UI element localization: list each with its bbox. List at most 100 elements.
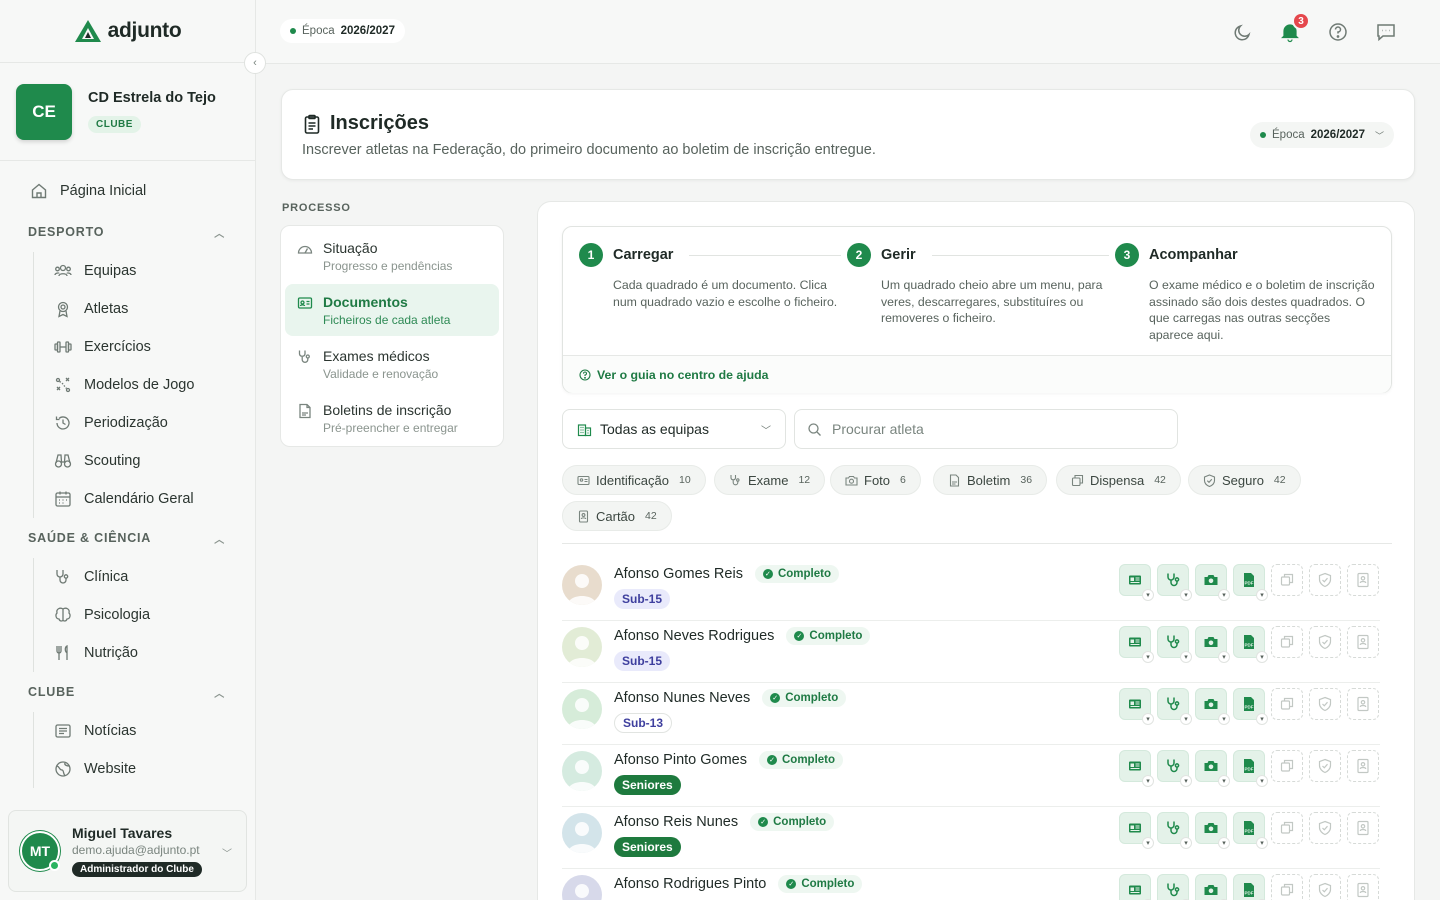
document-slot-shield-check[interactable] (1309, 812, 1341, 844)
athlete-name[interactable]: Afonso Neves Rodrigues ✓ Completo (614, 627, 871, 645)
sidebar-item-exercicios[interactable]: Exercícios (34, 328, 255, 366)
sidebar-item-periodizacao[interactable]: Periodização (34, 404, 255, 442)
sidebar-item-nutricao[interactable]: Nutrição (34, 634, 255, 672)
document-slot-camera[interactable]: ▾ (1195, 874, 1230, 900)
sidebar-item-psicologia[interactable]: Psicologia (34, 596, 255, 634)
document-slot-copy[interactable] (1271, 874, 1303, 900)
filter-chip-cartao[interactable]: Cartão 42 (562, 501, 672, 531)
document-slot-badge-card[interactable] (1347, 626, 1379, 658)
document-slot-copy[interactable] (1271, 564, 1303, 596)
document-slot-stethoscope[interactable]: ▾ (1157, 874, 1192, 900)
document-slot-shield-check[interactable] (1309, 688, 1341, 720)
process-item-boletins[interactable]: Boletins de inscrição Pré-preencher e en… (285, 392, 499, 444)
section-saude[interactable]: SAÚDE & CIÊNCIA ︿ (0, 518, 255, 558)
process-item-exames[interactable]: Exames médicos Validade e renovação (285, 338, 499, 390)
club-switcher[interactable]: CE CD Estrela do Tejo CLUBE (0, 62, 255, 161)
search-input[interactable] (832, 421, 1165, 437)
filter-chip-boletim[interactable]: Boletim 36 (933, 465, 1048, 495)
table-row[interactable]: Afonso Reis Nunes ✓ Completo Seniores ▾ ▾ ▾ PDF… (562, 807, 1380, 869)
team-filter-select[interactable]: Todas as equipas ﹀ (562, 409, 786, 449)
athlete-name[interactable]: Afonso Reis Nunes ✓ Completo (614, 813, 835, 831)
step-text: Cada quadrado é um documento. Clica num … (613, 278, 838, 309)
document-slot-copy[interactable] (1271, 626, 1303, 658)
document-slot-stethoscope[interactable]: ▾ (1157, 688, 1192, 725)
season-selector[interactable]: Época 2026/2027 ﹀ (1250, 122, 1394, 148)
document-slot-id-card[interactable]: ▾ (1119, 688, 1154, 725)
document-slot-shield-check[interactable] (1309, 750, 1341, 782)
sidebar-item-atletas[interactable]: Atletas (34, 290, 255, 328)
chevron-down-icon: ▾ (1142, 837, 1154, 849)
table-row[interactable]: Afonso Pinto Gomes ✓ Completo Seniores ▾ ▾ ▾ PD… (562, 745, 1380, 807)
sidebar-item-calendario[interactable]: Calendário Geral (34, 480, 255, 518)
document-slot-copy[interactable] (1271, 688, 1303, 720)
sidebar-item-website[interactable]: Website (34, 750, 255, 788)
document-slot-stethoscope[interactable]: ▾ (1157, 750, 1192, 787)
help-icon[interactable] (1327, 21, 1349, 43)
document-slot-stethoscope[interactable]: ▾ (1157, 626, 1192, 663)
user-menu[interactable]: MT Miguel Tavares demo.ajuda@adjunto.pt … (8, 810, 247, 892)
process-item-documentos[interactable]: Documentos Ficheiros de cada atleta (285, 284, 499, 336)
table-row[interactable]: Afonso Neves Rodrigues ✓ Completo Sub-15 ▾ ▾ ▾… (562, 621, 1380, 683)
document-slot-copy[interactable] (1271, 750, 1303, 782)
document-slot-camera[interactable]: ▾ (1195, 688, 1230, 725)
document-slot-id-card[interactable]: ▾ (1119, 812, 1154, 849)
document-slot-stethoscope[interactable]: ▾ (1157, 812, 1192, 849)
filter-chip-exame[interactable]: Exame 12 (714, 465, 826, 495)
document-slot-id-card[interactable]: ▾ (1119, 626, 1154, 663)
document-slot-camera[interactable]: ▾ (1195, 750, 1230, 787)
document-slot-badge-card[interactable] (1347, 564, 1379, 596)
brand-logo[interactable]: adjunto (0, 0, 255, 62)
athlete-name[interactable]: Afonso Rodrigues Pinto ✓ Completo (614, 875, 863, 893)
table-row[interactable]: Afonso Nunes Neves ✓ Completo Sub-13 ▾ ▾ ▾ PDF ▾ (562, 683, 1380, 745)
sidebar-item-noticias[interactable]: Notícias (34, 712, 255, 750)
document-slot-camera[interactable]: ▾ (1195, 626, 1230, 663)
document-slot-badge-card[interactable] (1347, 874, 1379, 900)
sidebar-item-home[interactable]: Página Inicial (0, 170, 255, 212)
filter-chip-dispensa[interactable]: Dispensa 42 (1056, 465, 1181, 495)
document-slot-pdf-file[interactable]: PDF▾ (1233, 874, 1268, 900)
chevron-down-icon: ▾ (1180, 713, 1192, 725)
athlete-name[interactable]: Afonso Pinto Gomes ✓ Completo (614, 751, 844, 769)
feedback-icon[interactable] (1375, 21, 1397, 43)
document-slot-pdf-file[interactable]: PDF▾ (1233, 688, 1268, 725)
athlete-name[interactable]: Afonso Gomes Reis ✓ Completo (614, 565, 839, 583)
help-guide-link[interactable]: Ver o guia no centro de ajuda (563, 355, 1391, 393)
document-slot-shield-check[interactable] (1309, 626, 1341, 658)
season-value: 2026/2027 (1310, 129, 1365, 141)
filter-chip-seguro[interactable]: Seguro 42 (1188, 465, 1301, 495)
table-row[interactable]: Afonso Rodrigues Pinto✓Completo▾▾▾PDF▾ (562, 869, 1380, 900)
document-slot-id-card[interactable]: ▾ (1119, 750, 1154, 787)
sidebar-item-equipas[interactable]: Equipas (34, 252, 255, 290)
document-slot-id-card[interactable]: ▾ (1119, 874, 1154, 900)
document-slot-shield-check[interactable] (1309, 874, 1341, 900)
filter-chip-identificacao[interactable]: Identificação 10 (562, 465, 706, 495)
document-slot-stethoscope[interactable]: ▾ (1157, 564, 1192, 601)
table-row[interactable]: Afonso Gomes Reis ✓ Completo Sub-15 ▾ ▾ ▾ PDF ▾ (562, 559, 1380, 621)
document-slot-id-card[interactable]: ▾ (1119, 564, 1154, 601)
document-slot-shield-check[interactable] (1309, 564, 1341, 596)
document-slot-camera[interactable]: ▾ (1195, 812, 1230, 849)
section-clube[interactable]: CLUBE ︿ (0, 672, 255, 712)
moon-icon[interactable] (1232, 21, 1254, 43)
calendar-icon (55, 491, 71, 507)
document-slot-badge-card[interactable] (1347, 750, 1379, 782)
document-slot-camera[interactable]: ▾ (1195, 564, 1230, 601)
document-slot-pdf-file[interactable]: PDF▾ (1233, 812, 1268, 849)
document-slot-badge-card[interactable] (1347, 688, 1379, 720)
document-slot-pdf-file[interactable]: PDF▾ (1233, 750, 1268, 787)
athlete-search[interactable] (794, 409, 1178, 449)
sidebar-item-modelos-jogo[interactable]: Modelos de Jogo (34, 366, 255, 404)
status-text: Completo (809, 630, 863, 642)
athlete-name[interactable]: Afonso Nunes Neves ✓ Completo (614, 689, 847, 707)
sidebar-item-clinica[interactable]: Clínica (34, 558, 255, 596)
collapse-sidebar-button[interactable]: ‹ (244, 52, 266, 74)
season-indicator[interactable]: Época 2026/2027 (280, 19, 405, 43)
section-desporto[interactable]: DESPORTO ︿ (0, 212, 255, 252)
document-slot-pdf-file[interactable]: PDF▾ (1233, 564, 1268, 601)
sidebar-item-scouting[interactable]: Scouting (34, 442, 255, 480)
process-item-situacao[interactable]: Situação Progresso e pendências (285, 230, 499, 282)
document-slot-copy[interactable] (1271, 812, 1303, 844)
document-slot-badge-card[interactable] (1347, 812, 1379, 844)
filter-chip-foto[interactable]: Foto 6 (830, 465, 921, 495)
document-slot-pdf-file[interactable]: PDF▾ (1233, 626, 1268, 663)
